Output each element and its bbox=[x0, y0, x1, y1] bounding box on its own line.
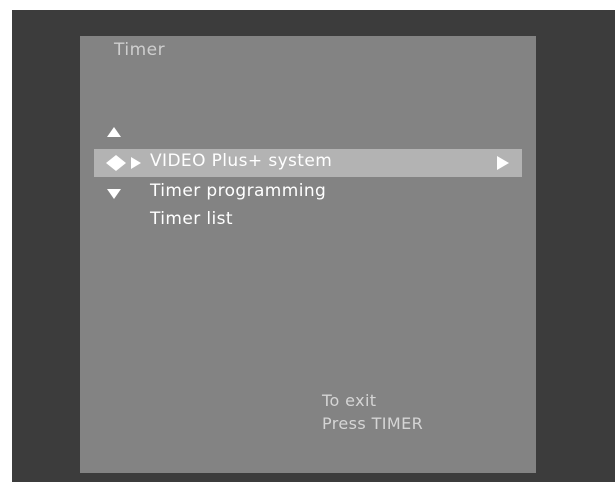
menu-panel bbox=[80, 36, 536, 473]
diamond-cursor-icon bbox=[106, 155, 126, 171]
menu-title: Timer bbox=[114, 40, 166, 60]
exit-hint-line1: To exit bbox=[322, 391, 377, 410]
menu-item-video-plus[interactable]: VIDEO Plus+ system bbox=[150, 151, 332, 171]
menu-item-timer-list[interactable]: Timer list bbox=[150, 209, 233, 229]
play-arrow-icon bbox=[131, 157, 141, 169]
down-arrow-icon bbox=[107, 189, 121, 199]
up-arrow-icon bbox=[107, 127, 121, 137]
submenu-arrow-icon bbox=[497, 156, 509, 170]
menu-item-timer-programming[interactable]: Timer programming bbox=[150, 181, 326, 201]
exit-hint-line2: Press TIMER bbox=[322, 414, 424, 433]
